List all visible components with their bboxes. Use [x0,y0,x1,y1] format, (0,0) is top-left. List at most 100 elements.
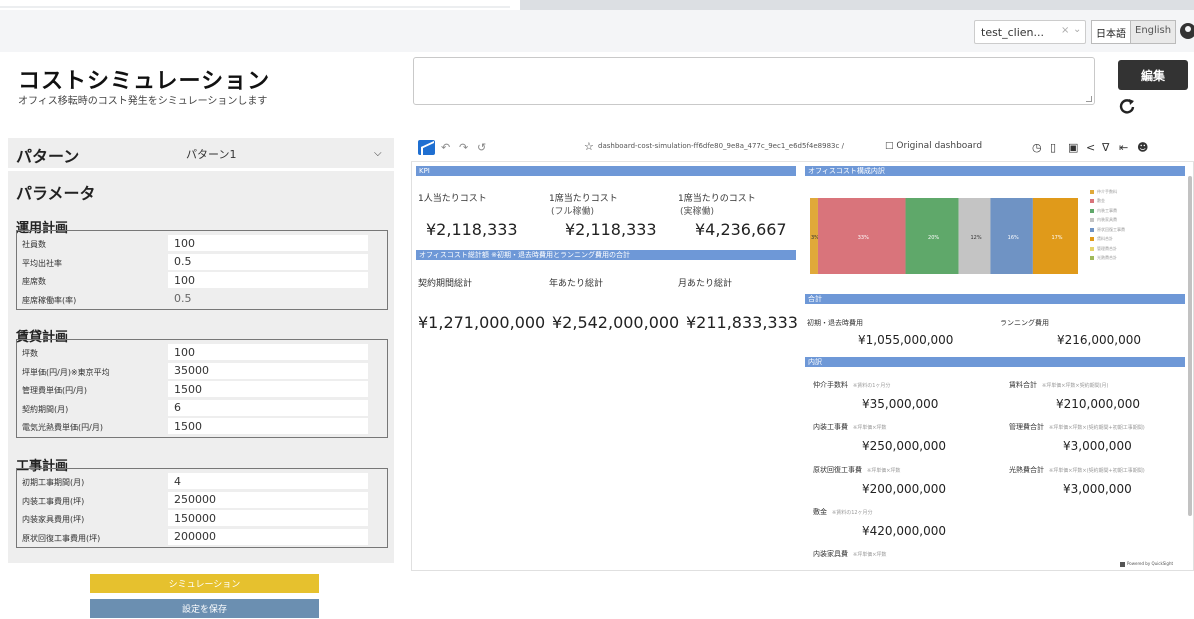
detail-note: ※坪単価×坪数×契約期間(月) [1042,383,1109,389]
field-input[interactable]: 100 [168,344,368,360]
chart-data-label: 33% [858,235,869,241]
dashboard-scrollbar[interactable] [1188,176,1192,516]
kpi-label: 1席当たりコスト [549,194,618,204]
detail-value: ¥200,000,000 [862,482,946,496]
detail-value: ¥35,000,000 [862,397,939,411]
legend-item[interactable]: 光熱費合計 [1090,254,1125,264]
legend-item[interactable]: 原状回復工事費 [1090,225,1125,235]
detail-note: ※坪単価×坪数 [853,552,887,558]
bookmark-icon[interactable]: ▯ [1050,141,1056,154]
field-input[interactable]: 6 [168,399,368,416]
total-label: 月あたり総計 [678,279,733,289]
detail-note: ※坪単価×坪数 [867,468,901,474]
detail-label: 管理費合計 ※坪単価×坪数×(契約期間+初期工事期間) [1009,422,1145,432]
top-divider [0,6,510,8]
chevron-down-icon[interactable]: ⌄ [1073,24,1081,35]
detail-label-text: 内装工事費 [813,423,848,431]
total-value: ¥1,271,000,000 [418,313,546,332]
edit-button[interactable]: 編集 [1118,60,1188,90]
legend-swatch [1090,199,1094,204]
detail-label-text: 管理費合計 [1009,423,1044,431]
field-input[interactable]: 150000 [168,510,368,526]
redo-icon[interactable]: ↷ [459,141,468,154]
kpi-label: 1人当たりコスト [418,194,487,204]
legend-swatch [1090,256,1094,261]
chart-legend: 仲介手数料敷金内装工事費 内装家具費 原状回復工事費賃料合計 管理費合計 光熱費合計 [1090,187,1125,263]
legend-label: 原状回復工事費 [1097,226,1125,232]
field-label: 契約期間(月) [22,404,69,414]
simulate-button[interactable]: シミュレーション [90,574,319,593]
sum-band: 合計 [805,294,1185,304]
clear-icon[interactable]: × [1061,25,1069,36]
share-icon[interactable]: < [1086,141,1095,154]
filter-icon[interactable]: ∇ [1102,141,1109,154]
legend-item[interactable]: 管理費合計 [1090,244,1125,254]
field-input: 0.5 [174,292,192,305]
browser-strip [520,0,1194,10]
field-label: 座席数 [22,277,46,286]
chart-data-label: 17% [1051,235,1062,241]
pattern-select[interactable]: パターン1 [178,144,386,164]
field-label: 初期工事期間(月) [22,478,85,487]
clock-icon[interactable]: ◷ [1032,141,1042,154]
export-icon[interactable]: ▣ [1068,141,1078,154]
memo-textarea[interactable] [413,57,1095,105]
total-label: 契約期間総計 [418,279,473,289]
field-input[interactable]: 4 [168,473,368,489]
detail-value: ¥210,000,000 [1056,397,1140,411]
field-label: 坪数 [22,349,38,358]
detail-label: 賃料合計 ※坪単価×坪数×契約期間(月) [1009,380,1108,390]
detail-label: 光熱費合計 ※坪単価×坪数×(契約期間+初期工事期間) [1009,465,1145,475]
sum-label: 初期・退去時費用 [807,319,863,327]
lang-en-button[interactable]: English [1131,21,1176,43]
field-input[interactable]: 100 [168,272,368,288]
refresh-icon[interactable] [1117,96,1137,116]
detail-label: 敷金 ※賃料の12ヶ月分 [813,507,873,517]
legend-swatch [1090,237,1094,242]
detail-label: 仲介手数料 ※賃料の1ヶ月分 [813,380,890,390]
field-input[interactable]: 200000 [168,528,368,545]
user-outline-icon[interactable]: ☻ [1137,141,1148,154]
legend-label: 敷金 [1097,198,1105,204]
kpi-sublabel: (実稼働) [680,207,715,217]
legend-item[interactable]: 内装工事費 [1090,206,1125,216]
total-value: ¥211,833,333 [686,313,798,332]
field-label: 社員数 [22,240,46,249]
field-input[interactable]: 100 [168,235,368,251]
reset-icon[interactable]: ↺ [477,141,486,154]
field-input[interactable]: 0.5 [168,253,368,270]
kpi-value: ¥2,118,333 [565,220,657,239]
fit-width-icon[interactable]: ⇤ [1119,141,1128,154]
field-label: 平均出社率 [22,258,62,268]
lang-ja-button[interactable]: 日本語 [1092,21,1131,43]
client-selector[interactable]: test_clien... × ⌄ [974,20,1086,44]
field-input[interactable]: 250000 [168,491,368,508]
total-label: 年あたり総計 [549,279,604,289]
kpi-value: ¥2,118,333 [426,220,518,239]
client-selector-value: test_clien... [981,25,1045,39]
detail-note: ※坪単価×坪数 [853,425,887,431]
page-subtitle: オフィス移転時のコスト発生をシミュレーションします [18,96,268,107]
legend-swatch [1090,189,1094,194]
field-input[interactable]: 1500 [168,381,368,397]
detail-value: ¥250,000,000 [862,439,946,453]
star-icon[interactable]: ☆ [584,140,594,153]
legend-item[interactable]: 内装家具費 [1090,216,1125,226]
field-input[interactable]: 1500 [168,418,368,434]
legend-item[interactable]: 仲介手数料 [1090,187,1125,197]
field-input[interactable]: 35000 [168,362,368,379]
legend-item[interactable]: 敷金 [1090,197,1125,207]
chart-data-label: 20% [928,235,939,241]
chevron-down-icon[interactable]: ⌵ [374,148,382,159]
language-switch: 日本語 English [1091,20,1177,44]
resize-grip-icon[interactable] [1086,96,1092,102]
legend-label: 光熱費合計 [1097,255,1117,261]
user-icon[interactable] [1180,23,1194,39]
detail-value: ¥3,000,000 [1063,439,1132,453]
legend-item[interactable]: 賃料合計 [1090,235,1125,245]
quicksight-logo-icon [418,140,435,155]
detail-label-text: 内装家具費 [813,550,848,558]
save-settings-button[interactable]: 設定を保存 [90,599,319,618]
legend-label: 仲介手数料 [1097,188,1117,194]
undo-icon[interactable]: ↶ [441,141,450,154]
